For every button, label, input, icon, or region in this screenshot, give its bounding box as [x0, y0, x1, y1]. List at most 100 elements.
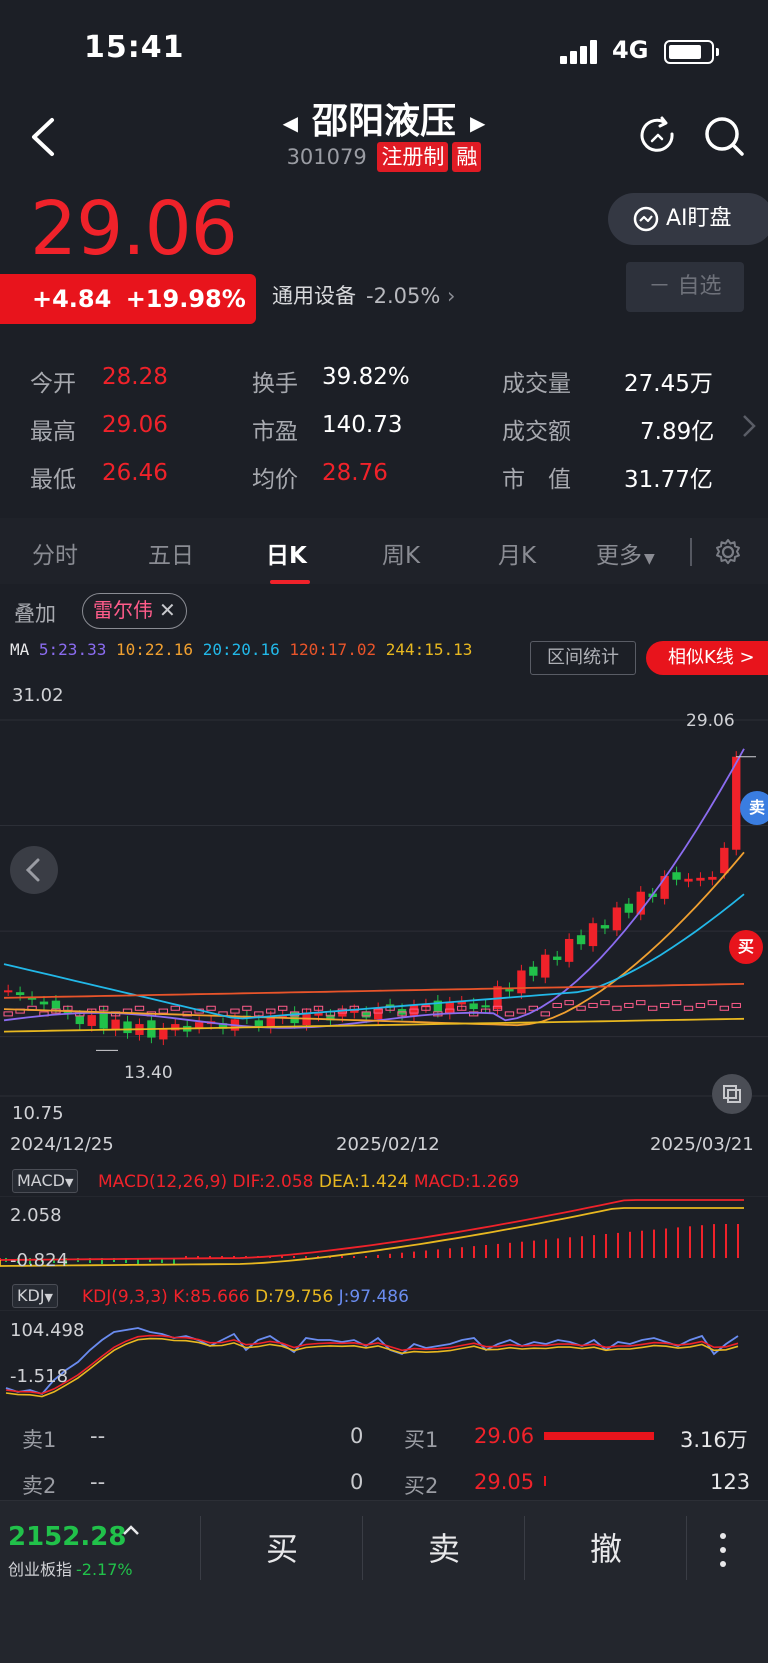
overlay-candle	[612, 1005, 622, 1011]
stock-name: 邵阳液压	[311, 101, 456, 142]
prev-stock-icon[interactable]: ◀	[283, 111, 298, 135]
refresh-icon[interactable]	[636, 114, 680, 158]
volume-label: 成交量	[502, 371, 571, 397]
price-change: +4.84	[32, 285, 112, 313]
stats-expand-icon[interactable]	[740, 412, 758, 440]
kdj-name: KDJ	[17, 1286, 45, 1305]
tab-month-k[interactable]: 月K	[498, 536, 536, 570]
tab-more[interactable]: 更多 ▼	[596, 536, 655, 570]
ma244-value: 244:15.13	[385, 640, 473, 659]
overlay-candle	[707, 1000, 718, 1006]
overlay-candle	[230, 1008, 240, 1014]
tab-week-k[interactable]: 周K	[382, 536, 420, 570]
sector-name: 通用设备	[272, 284, 356, 308]
buy1-price: 29.06	[474, 1424, 535, 1448]
ai-watch-button[interactable]: AI盯盘	[608, 193, 768, 245]
macd-params: MACD(12,26,9) DIF:2.058 DEA:1.424 MACD:1…	[98, 1172, 519, 1192]
kdj-axis-top: 104.498	[10, 1320, 85, 1341]
kdj-selector[interactable]: KDJ▼	[12, 1284, 58, 1308]
buy2-volume-bar	[544, 1476, 546, 1486]
kdj-j: J:97.486	[338, 1287, 409, 1307]
kdj-chart	[0, 1310, 768, 1398]
candle-body	[696, 877, 705, 881]
status-time: 15:41	[84, 30, 185, 65]
kline-chart[interactable]	[0, 690, 768, 1120]
range-stats-button[interactable]: 区间统计	[530, 641, 636, 675]
candle-body	[15, 992, 25, 996]
similar-kline-button[interactable]: 相似K线 >	[646, 641, 768, 675]
candle-body	[732, 756, 741, 850]
sell2-label: 卖2	[22, 1474, 57, 1498]
index-value[interactable]: 2152.28	[8, 1522, 126, 1552]
macd-selector[interactable]: MACD▼	[12, 1169, 79, 1193]
sell-signal-badge[interactable]: 卖	[740, 791, 768, 825]
tab-minute[interactable]: 分时	[32, 536, 78, 570]
tab-five-day[interactable]: 五日	[148, 536, 194, 570]
overlay-chip[interactable]: 雷尔伟 ✕	[82, 593, 187, 629]
buy-button[interactable]: 买	[266, 1524, 298, 1570]
overlay-candle	[671, 1000, 682, 1006]
candle-body	[517, 970, 526, 994]
candle-body	[123, 1021, 132, 1034]
macd-axis-bottom: -0.824	[10, 1250, 69, 1271]
overlay-label: 叠加	[14, 602, 56, 626]
tab-more-label: 更多	[596, 543, 642, 569]
buy-signal-badge[interactable]: 买	[729, 930, 763, 964]
close-icon[interactable]: ✕	[159, 598, 176, 622]
margin-tag: 融	[452, 142, 482, 172]
sell1-label: 卖1	[22, 1428, 57, 1452]
candle-body	[469, 1003, 478, 1010]
candle-body	[481, 1005, 490, 1008]
next-stock-icon[interactable]: ▶	[470, 111, 485, 135]
overlay-candle	[552, 1002, 562, 1008]
date-end: 2025/03/21	[650, 1134, 754, 1155]
sector-link[interactable]: 通用设备 -2.05% ›	[272, 280, 455, 310]
pe-value: 140.73	[322, 412, 403, 438]
low-marker: 13.40	[124, 1063, 173, 1083]
current-price: 29.06	[30, 186, 238, 272]
sell-button[interactable]: 卖	[428, 1524, 460, 1570]
chevron-up-icon[interactable]	[120, 1520, 142, 1542]
overlay-candle	[158, 1008, 169, 1014]
overlay-candle	[564, 1000, 574, 1006]
divider	[200, 1516, 201, 1580]
kdj-params: KDJ(9,3,3) K:85.666 D:79.756 J:97.486	[82, 1287, 409, 1307]
macd-dea-line	[0, 1207, 744, 1267]
index-name-row: 创业板指 -2.17%	[8, 1556, 133, 1580]
overlay-candle	[206, 1005, 216, 1011]
kdj-j-line	[5, 1327, 739, 1396]
caret-down-icon: ▼	[44, 1291, 53, 1304]
remove-watchlist-button[interactable]: － 自选	[626, 262, 744, 312]
tab-day-k[interactable]: 日K	[266, 536, 307, 570]
overlay-candle	[3, 1011, 13, 1017]
overlay-candle	[683, 1005, 694, 1011]
open-label: 今开	[30, 371, 76, 397]
candle-body	[624, 903, 633, 913]
chevron-left-icon	[25, 858, 40, 882]
pe-label: 市盈	[252, 419, 298, 445]
overlay-candle	[504, 1011, 515, 1017]
overlay-candle	[636, 1000, 646, 1006]
overlay-candle	[624, 1002, 634, 1008]
ai-watch-label: AI盯盘	[666, 206, 732, 231]
candle-body	[4, 990, 13, 993]
buy2-label: 买2	[404, 1474, 439, 1498]
cancel-order-button[interactable]: 撤	[590, 1524, 622, 1570]
candle-body	[51, 1000, 61, 1010]
candle-body	[194, 1022, 204, 1028]
mcap-label: 市 值	[502, 467, 571, 493]
buy2-price: 29.05	[474, 1470, 535, 1494]
fullscreen-icon[interactable]	[712, 1074, 752, 1114]
turnover-value: 39.82%	[322, 364, 410, 390]
signal-icon	[560, 40, 600, 64]
gear-icon[interactable]	[714, 538, 742, 566]
high-marker: 29.06	[686, 711, 735, 731]
overlay-candle	[540, 1011, 550, 1017]
scroll-left-button[interactable]	[10, 846, 58, 894]
search-icon[interactable]	[702, 114, 746, 158]
sell1-price: --	[90, 1424, 106, 1448]
overlay-candle	[731, 1002, 741, 1008]
candle-body	[374, 1008, 383, 1020]
more-vertical-icon[interactable]	[716, 1530, 730, 1570]
caret-down-icon: ▼	[64, 1176, 74, 1189]
